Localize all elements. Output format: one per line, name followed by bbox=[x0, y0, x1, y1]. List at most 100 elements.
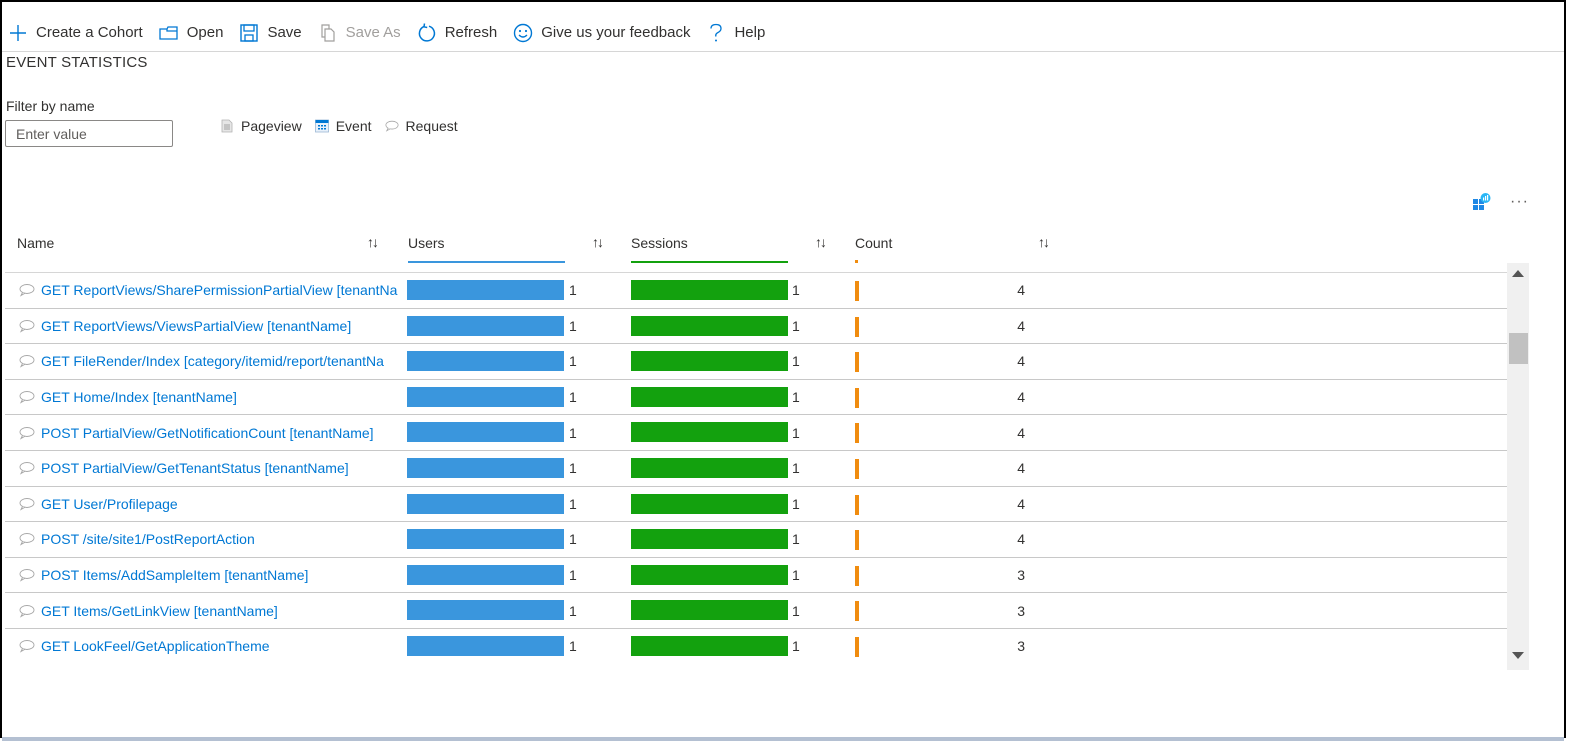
sessions-value: 1 bbox=[792, 317, 800, 334]
sort-count-icon[interactable]: ↑↓ bbox=[1038, 234, 1050, 250]
event-name-text: POST PartialView/GetTenantStatus [tenant… bbox=[41, 460, 349, 477]
table-row[interactable]: GET Items/GetLinkView [tenantName] 1 1 3 bbox=[5, 593, 1507, 629]
event-name-link[interactable]: GET Home/Index [tenantName] bbox=[19, 380, 407, 415]
sessions-bar bbox=[631, 600, 788, 621]
scroll-up-arrow-icon[interactable] bbox=[1512, 270, 1524, 277]
request-icon bbox=[19, 390, 35, 404]
count-value: 4 bbox=[1017, 389, 1025, 406]
feedback-button[interactable]: Give us your feedback bbox=[513, 18, 690, 48]
sessions-bar bbox=[631, 458, 788, 478]
count-value: 4 bbox=[1017, 317, 1025, 334]
table-row[interactable]: POST PartialView/GetNotificationCount [t… bbox=[5, 415, 1507, 451]
count-mark-partial bbox=[855, 260, 858, 263]
event-name-text: GET ReportViews/SharePermissionPartialVi… bbox=[41, 282, 398, 299]
sort-name-icon[interactable]: ↑↓ bbox=[367, 234, 379, 250]
insights-workbook-icon[interactable] bbox=[1472, 193, 1492, 211]
sessions-value: 1 bbox=[792, 282, 800, 299]
users-value: 1 bbox=[569, 389, 577, 406]
sessions-bar bbox=[631, 422, 788, 443]
bottom-bar bbox=[2, 737, 1564, 741]
event-name-link[interactable]: GET ReportViews/SharePermissionPartialVi… bbox=[19, 273, 407, 308]
column-header-count[interactable]: Count bbox=[855, 228, 892, 258]
users-bar bbox=[407, 600, 564, 621]
sessions-value: 1 bbox=[792, 531, 800, 548]
count-value: 4 bbox=[1017, 424, 1025, 441]
plus-icon bbox=[8, 23, 28, 43]
event-name-link[interactable]: GET LookFeel/GetApplicationTheme bbox=[19, 629, 407, 664]
refresh-button[interactable]: Refresh bbox=[417, 18, 497, 48]
count-value: 3 bbox=[1017, 638, 1025, 655]
users-value: 1 bbox=[569, 353, 577, 370]
help-button[interactable]: Help bbox=[706, 18, 765, 48]
column-header-name[interactable]: Name bbox=[17, 228, 54, 258]
sessions-value: 1 bbox=[792, 389, 800, 406]
sessions-value: 1 bbox=[792, 567, 800, 584]
users-bar bbox=[407, 564, 564, 585]
column-header-sessions[interactable]: Sessions bbox=[631, 228, 688, 258]
command-toolbar: Create a Cohort Open Save Save As Refres… bbox=[2, 14, 1564, 52]
sort-sessions-icon[interactable]: ↑↓ bbox=[815, 234, 827, 250]
table-row[interactable]: GET Home/Index [tenantName] 1 1 4 bbox=[5, 380, 1507, 416]
table-row[interactable]: GET ReportViews/ViewsPartialView [tenant… bbox=[5, 309, 1507, 345]
sessions-bar bbox=[631, 493, 788, 514]
users-value: 1 bbox=[569, 495, 577, 512]
scroll-thumb[interactable] bbox=[1509, 333, 1528, 364]
request-icon bbox=[384, 119, 399, 133]
count-mark bbox=[855, 423, 859, 444]
event-name-text: POST PartialView/GetNotificationCount [t… bbox=[41, 424, 374, 441]
event-name-link[interactable]: POST PartialView/GetTenantStatus [tenant… bbox=[19, 451, 407, 486]
sort-users-icon[interactable]: ↑↓ bbox=[592, 234, 604, 250]
save-button[interactable]: Save bbox=[239, 18, 302, 48]
sessions-bar-partial bbox=[631, 261, 788, 263]
users-value: 1 bbox=[569, 424, 577, 441]
event-name-link[interactable]: GET Items/GetLinkView [tenantName] bbox=[19, 593, 407, 628]
filter-name-input[interactable] bbox=[5, 120, 173, 147]
users-bar bbox=[407, 422, 564, 443]
count-value: 3 bbox=[1017, 567, 1025, 584]
users-bar bbox=[407, 315, 564, 336]
table-row[interactable]: GET LookFeel/GetApplicationTheme 1 1 3 bbox=[5, 629, 1507, 664]
count-value: 4 bbox=[1017, 353, 1025, 370]
save-as-button[interactable]: Save As bbox=[318, 18, 401, 48]
request-icon bbox=[19, 497, 35, 511]
table-row[interactable]: POST /site/site1/PostReportAction 1 1 4 bbox=[5, 522, 1507, 558]
legend-pageview-label: Pageview bbox=[241, 118, 302, 134]
legend-request-label: Request bbox=[405, 118, 458, 134]
table-row[interactable]: GET FileRender/Index [category/itemid/re… bbox=[5, 344, 1507, 380]
event-name-text: POST Items/AddSampleItem [tenantName] bbox=[41, 567, 309, 584]
table-row[interactable]: GET ReportViews/SharePermissionPartialVi… bbox=[5, 273, 1507, 309]
event-name-link[interactable]: GET User/Profilepage bbox=[19, 487, 407, 522]
table-row[interactable]: POST Items/AddSampleItem [tenantName] 1 1 3 bbox=[5, 558, 1507, 594]
users-bar bbox=[407, 386, 564, 407]
users-bar bbox=[407, 280, 564, 300]
save-icon bbox=[239, 23, 259, 43]
open-button[interactable]: Open bbox=[159, 18, 223, 48]
column-header-users[interactable]: Users bbox=[408, 228, 445, 258]
table-row-partial bbox=[5, 258, 1507, 273]
users-value: 1 bbox=[569, 567, 577, 584]
table-row[interactable]: GET User/Profilepage 1 1 4 bbox=[5, 487, 1507, 523]
event-icon bbox=[314, 119, 329, 133]
count-mark bbox=[855, 601, 859, 622]
more-options-button[interactable]: ··· bbox=[1510, 194, 1529, 210]
table-row[interactable]: POST PartialView/GetTenantStatus [tenant… bbox=[5, 451, 1507, 487]
save-as-label: Save As bbox=[345, 24, 401, 41]
event-name-link[interactable]: POST PartialView/GetNotificationCount [t… bbox=[19, 415, 407, 450]
legend-event-label: Event bbox=[335, 118, 372, 134]
users-bar bbox=[407, 351, 564, 372]
event-name-link[interactable]: POST Items/AddSampleItem [tenantName] bbox=[19, 558, 407, 593]
count-mark bbox=[855, 494, 859, 515]
event-name-link[interactable]: GET FileRender/Index [category/itemid/re… bbox=[19, 344, 407, 379]
event-name-link[interactable]: GET ReportViews/ViewsPartialView [tenant… bbox=[19, 309, 407, 344]
count-value: 3 bbox=[1017, 602, 1025, 619]
users-value: 1 bbox=[569, 282, 577, 299]
users-bar-partial bbox=[408, 261, 565, 263]
create-cohort-button[interactable]: Create a Cohort bbox=[8, 18, 143, 48]
scroll-down-arrow-icon[interactable] bbox=[1512, 652, 1524, 659]
event-name-link[interactable]: POST /site/site1/PostReportAction bbox=[19, 522, 407, 557]
vertical-scrollbar[interactable] bbox=[1507, 263, 1529, 670]
count-mark bbox=[855, 565, 859, 586]
event-name-text: GET Home/Index [tenantName] bbox=[41, 389, 237, 406]
event-name-text: GET Items/GetLinkView [tenantName] bbox=[41, 602, 278, 619]
count-mark bbox=[855, 316, 859, 337]
